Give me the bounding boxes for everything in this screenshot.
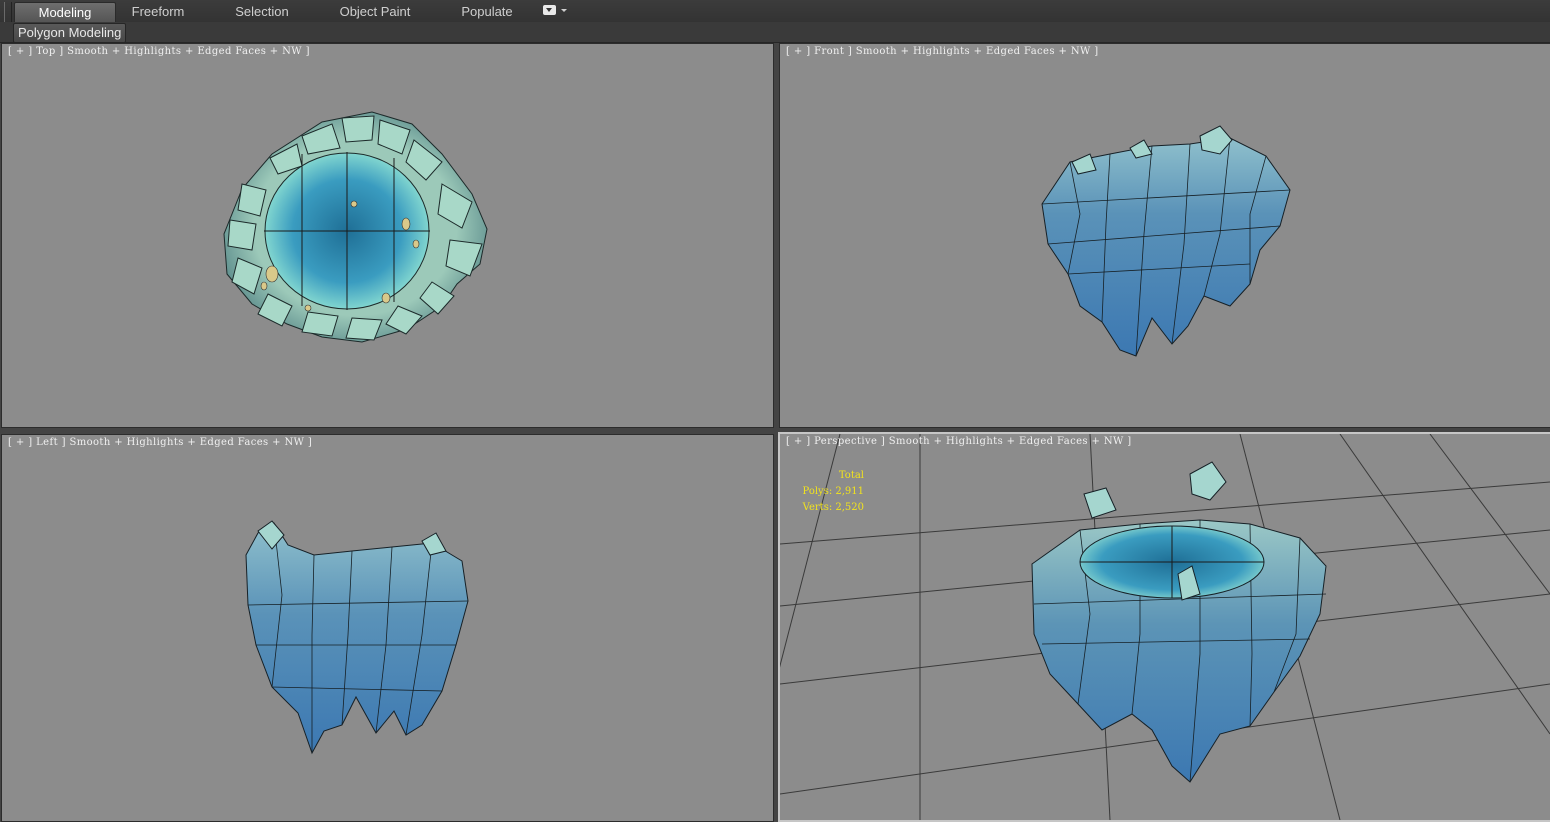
stats-polys: Polys: 2,911 xyxy=(802,486,865,497)
scene-statistics: Total Polys: 2,911 Verts: 2,520 xyxy=(794,468,865,516)
perspective-view-model xyxy=(780,434,1550,820)
water-surface-top xyxy=(264,152,430,310)
viewport-label-perspective[interactable]: [ + ] Perspective ] Smooth + Highlights … xyxy=(786,436,1132,447)
left-view-model xyxy=(245,520,469,755)
top-view-model xyxy=(223,111,488,343)
viewport-label-top[interactable]: [ + ] Top ] Smooth + Highlights + Edged … xyxy=(8,46,310,57)
water-surface-perspective xyxy=(1079,525,1265,599)
tab-selection[interactable]: Selection xyxy=(222,2,302,21)
front-view-model xyxy=(1041,125,1291,357)
rock-body-left xyxy=(245,522,469,755)
viewport-label-left[interactable]: [ + ] Left ] Smooth + Highlights + Edged… xyxy=(8,437,312,448)
ribbon-panel: Polygon Modeling xyxy=(0,22,1550,43)
stats-title: Total xyxy=(838,470,864,481)
polygon-modeling-button[interactable]: Polygon Modeling xyxy=(13,23,127,43)
stats-verts: Verts: 2,520 xyxy=(802,502,864,513)
viewport-perspective[interactable]: [ + ] Perspective ] Smooth + Highlights … xyxy=(778,432,1550,822)
ribbon-tab-bar: Modeling Freeform Selection Object Paint… xyxy=(0,0,1550,38)
viewport-front[interactable]: [ + ] Front ] Smooth + Highlights + Edge… xyxy=(779,43,1550,428)
viewport-top[interactable]: [ + ] Top ] Smooth + Highlights + Edged … xyxy=(1,43,774,428)
caret-down-icon xyxy=(561,9,567,12)
tab-freeform[interactable]: Freeform xyxy=(118,2,198,21)
chevron-down-icon xyxy=(543,5,556,15)
tab-object-paint[interactable]: Object Paint xyxy=(330,2,420,21)
ribbon-options-dropdown[interactable] xyxy=(543,5,569,17)
tab-populate[interactable]: Populate xyxy=(452,2,522,21)
viewport-left[interactable]: [ + ] Left ] Smooth + Highlights + Edged… xyxy=(1,434,774,822)
tab-modeling[interactable]: Modeling xyxy=(14,2,116,22)
viewport-label-front[interactable]: [ + ] Front ] Smooth + Highlights + Edge… xyxy=(786,46,1099,57)
